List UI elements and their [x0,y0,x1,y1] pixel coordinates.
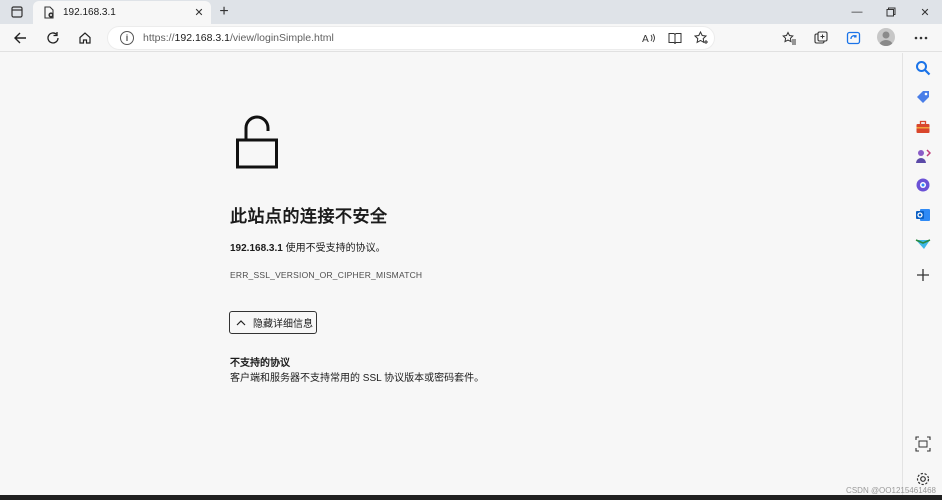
error-code: ERR_SSL_VERSION_OR_CIPHER_MISMATCH [230,270,423,280]
title-bar: 192.168.3.1 ✕ + — ✕ [0,0,942,24]
minimize-icon[interactable]: — [840,0,874,24]
read-aloud-icon[interactable]: A [636,28,662,48]
drop-icon[interactable] [914,235,932,253]
error-host: 192.168.3.1 [230,243,283,254]
home-icon[interactable] [74,27,96,49]
address-bar[interactable]: i https://192.168.3.1/view/loginSimple.h… [107,26,715,50]
details-text: 客户端和服务器不支持常用的 SSL 协议版本或密码套件。 [230,373,485,384]
error-page: 此站点的连接不安全 192.168.3.1 使用不受支持的协议。 ERR_SSL… [0,53,902,495]
window-controls: — ✕ [840,0,942,24]
search-icon[interactable] [914,59,932,77]
shopping-tag-icon[interactable] [914,88,932,106]
games-icon[interactable] [914,147,932,165]
outlook-icon[interactable] [914,206,932,224]
shield-icon[interactable] [842,28,864,48]
taskbar-strip [0,495,942,500]
tab-actions-icon[interactable] [5,2,29,22]
copilot-icon[interactable] [914,176,932,194]
favorites-icon[interactable] [778,28,800,48]
screenshot-icon[interactable] [914,435,932,453]
collections-icon[interactable] [810,28,832,48]
watermark: CSDN @OO1215461468 [846,486,936,495]
unlocked-padlock-icon [236,115,278,169]
url-text[interactable]: https://192.168.3.1/view/loginSimple.htm… [143,32,636,44]
chevron-up-icon [236,320,246,326]
tools-icon[interactable] [914,118,932,136]
star-add-icon[interactable] [688,28,714,48]
tab-active[interactable]: 192.168.3.1 ✕ [33,1,211,24]
new-tab-icon[interactable]: + [214,2,234,22]
toolbar: i https://192.168.3.1/view/loginSimple.h… [0,24,942,52]
hide-details-label: 隐藏详细信息 [253,319,313,330]
back-arrow-icon[interactable] [9,27,31,49]
edge-sidebar [902,53,942,495]
tab-title: 192.168.3.1 [63,7,116,18]
page-title: 此站点的连接不安全 [230,207,388,226]
close-tab-icon[interactable]: ✕ [191,5,207,21]
hide-details-button[interactable]: 隐藏详细信息 [229,311,317,334]
error-description: 192.168.3.1 使用不受支持的协议。 [230,239,386,254]
more-icon[interactable] [910,28,932,48]
add-icon[interactable] [914,266,932,284]
page-icon [44,6,54,19]
reader-icon[interactable] [662,28,688,48]
avatar[interactable] [877,28,895,46]
url-host: 192.168.3.1 [174,32,230,44]
refresh-icon[interactable] [42,27,64,49]
url-path: /view/loginSimple.html [229,32,334,44]
error-description-text: 使用不受支持的协议。 [282,243,386,254]
url-scheme: https:// [143,32,175,44]
svg-text:A: A [642,34,649,44]
restore-icon[interactable] [874,0,908,24]
details-heading: 不支持的协议 [230,358,290,369]
close-window-icon[interactable]: ✕ [908,0,942,24]
info-icon[interactable]: i [120,31,134,45]
